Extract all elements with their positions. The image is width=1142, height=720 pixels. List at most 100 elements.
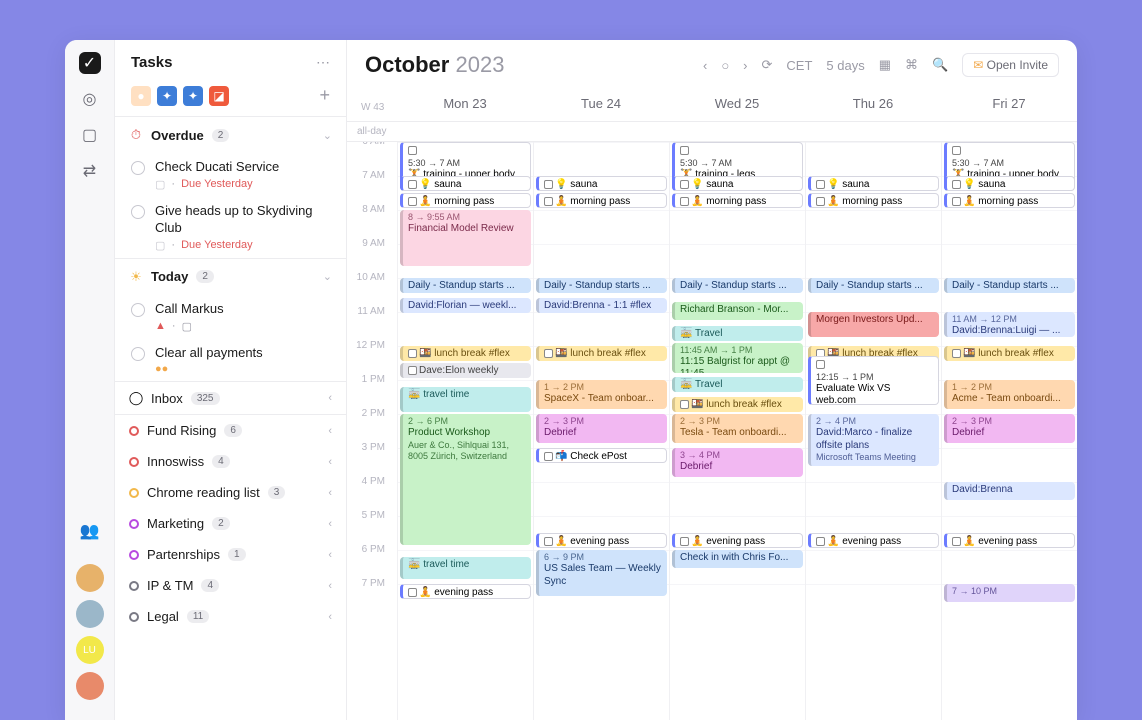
calendar-event[interactable]: Morgen Investors Upd... xyxy=(808,312,939,337)
account-chip[interactable]: ◪ xyxy=(209,86,229,106)
event-checkbox[interactable] xyxy=(544,180,553,189)
open-invite-button[interactable]: ✉ Open Invite xyxy=(962,53,1059,77)
calendar-event[interactable]: 1 → 2 PMAcme - Team onboardi... xyxy=(944,380,1075,409)
event-checkbox[interactable] xyxy=(816,537,825,546)
calendar-event[interactable]: Daily - Standup starts ... xyxy=(536,278,667,293)
event-checkbox[interactable] xyxy=(408,349,417,358)
day-column[interactable]: 5:30 → 7 AM🏋 training - legs💡 sauna🧘 mor… xyxy=(669,142,805,720)
calendar-event[interactable]: 1 → 2 PMSpaceX - Team onboar... xyxy=(536,380,667,409)
event-checkbox[interactable] xyxy=(408,197,417,206)
event-checkbox[interactable] xyxy=(952,349,961,358)
event-checkbox[interactable] xyxy=(544,349,553,358)
account-chip[interactable]: ✦ xyxy=(183,86,203,106)
calendar-event[interactable]: 🍱 lunch break #flex xyxy=(672,397,803,412)
calendar-event[interactable]: 🚋 Travel xyxy=(672,326,803,341)
tasks-icon[interactable]: ✓ xyxy=(79,52,101,74)
list-row[interactable]: Chrome reading list 3 ‹ xyxy=(115,477,346,508)
calendar-event[interactable]: 2 → 3 PMDebrief xyxy=(944,414,1075,443)
calendar-event[interactable]: 3 → 4 PMDebrief xyxy=(672,448,803,477)
calendar-event[interactable]: David:Brenna - 1:1 #flex xyxy=(536,298,667,313)
task-checkbox[interactable] xyxy=(131,347,145,361)
timezone-label[interactable]: CET xyxy=(786,58,812,73)
calendar-event[interactable]: 🚋 travel time xyxy=(400,557,531,579)
event-checkbox[interactable] xyxy=(408,366,417,375)
avatar[interactable] xyxy=(76,564,104,592)
calendar-event[interactable]: 💡 sauna xyxy=(808,176,939,191)
task-checkbox[interactable] xyxy=(131,303,145,317)
day-header[interactable]: Tue 24 xyxy=(533,90,669,113)
calendar-event[interactable]: Dave:Elon weekly xyxy=(400,363,531,378)
calendar-event[interactable]: 7 → 10 PM xyxy=(944,584,1075,602)
command-icon[interactable]: ⌘ xyxy=(905,57,918,73)
calendar-event[interactable]: 🍱 lunch break #flex xyxy=(944,346,1075,361)
calendar-icon[interactable]: ▢ xyxy=(79,124,101,146)
day-column[interactable]: 💡 sauna 🧘 morning pass Daily - Standup sta… xyxy=(805,142,941,720)
calendar-event[interactable]: 🚋 Travel xyxy=(672,377,803,392)
calendar-event[interactable]: 11 AM → 12 PMDavid:Brenna:Luigi — ...Mic… xyxy=(944,312,1075,337)
event-checkbox[interactable] xyxy=(680,197,689,206)
day-column[interactable]: 5:30 → 7 AM🏋 training - upper body pull💡… xyxy=(397,142,533,720)
day-header[interactable]: Wed 25 xyxy=(669,90,805,113)
next-button[interactable]: › xyxy=(743,58,747,73)
refresh-icon[interactable]: ⟳ xyxy=(762,57,773,73)
calendar-event[interactable]: 🚋 travel time xyxy=(400,387,531,412)
calendar-event[interactable]: Check in with Chris Fo... xyxy=(672,550,803,568)
avatar[interactable] xyxy=(76,600,104,628)
section-header[interactable]: ☀ Today 2 ⌄ xyxy=(115,259,346,295)
event-checkbox[interactable] xyxy=(952,146,961,155)
task-item[interactable]: Clear all payments ●● xyxy=(115,339,346,382)
event-checkbox[interactable] xyxy=(544,452,553,461)
calendar-event[interactable]: 12:15 → 1 PMEvaluate Wix VS web.com xyxy=(808,356,939,405)
list-row[interactable]: Marketing 2 ‹ xyxy=(115,508,346,539)
event-checkbox[interactable] xyxy=(680,146,689,155)
calendar-event[interactable]: 6 → 9 PMUS Sales Team — Weekly Sync xyxy=(536,550,667,596)
event-checkbox[interactable] xyxy=(408,146,417,155)
calendar-event[interactable]: 🍱 lunch break #flex xyxy=(400,346,531,361)
calendar-event[interactable]: 📬 Check ePost xyxy=(536,448,667,463)
task-item[interactable]: Call Markus ▲ ·▢ xyxy=(115,295,346,339)
day-column[interactable]: 💡 sauna🧘 morning passDaily - Standup sta… xyxy=(533,142,669,720)
calendar-event[interactable]: 🧘 morning pass xyxy=(400,193,531,208)
more-icon[interactable]: ⋯ xyxy=(316,54,330,71)
list-row[interactable]: Innoswiss 4 ‹ xyxy=(115,446,346,477)
search-icon[interactable]: 🔍 xyxy=(932,57,948,73)
calendar-event[interactable]: 🧘 morning pass xyxy=(944,193,1075,208)
list-row[interactable]: IP & TM 4 ‹ xyxy=(115,570,346,601)
event-checkbox[interactable] xyxy=(816,360,825,369)
calendar-grid[interactable]: 6 AM7 AM8 AM9 AM10 AM11 AM12 PM1 PM2 PM3… xyxy=(347,142,1077,720)
event-checkbox[interactable] xyxy=(952,180,961,189)
calendar-event[interactable]: Richard Branson - Mor... xyxy=(672,302,803,320)
inbox-row[interactable]: ◯ Inbox 325 ‹ xyxy=(115,382,346,414)
focus-icon[interactable]: ◎ xyxy=(79,88,101,110)
event-checkbox[interactable] xyxy=(680,400,689,409)
prev-button[interactable]: ‹ xyxy=(703,58,707,73)
calendar-event[interactable]: 🍱 lunch break #flex xyxy=(536,346,667,361)
calendar-event[interactable]: 🧘 evening pass xyxy=(944,533,1075,548)
calendar-event[interactable]: 🧘 morning pass xyxy=(536,193,667,208)
shuffle-icon[interactable]: ⇄ xyxy=(79,160,101,182)
list-row[interactable]: Fund Rising 6 ‹ xyxy=(115,415,346,446)
calendar-event[interactable]: 🧘 evening pass xyxy=(808,533,939,548)
add-account-button[interactable]: + xyxy=(319,85,330,106)
task-checkbox[interactable] xyxy=(131,205,145,219)
event-checkbox[interactable] xyxy=(680,180,689,189)
list-row[interactable]: Legal 11 ‹ xyxy=(115,601,346,632)
day-header[interactable]: Mon 23 xyxy=(397,90,533,113)
event-checkbox[interactable] xyxy=(680,537,689,546)
calendar-event[interactable]: 2 → 6 PMProduct WorkshopAuer & Co., Sihl… xyxy=(400,414,531,545)
calendar-event[interactable]: Daily - Standup starts ... xyxy=(808,278,939,293)
account-chip[interactable]: ● xyxy=(131,86,151,106)
calendar-event[interactable]: Daily - Standup starts ... xyxy=(400,278,531,293)
event-checkbox[interactable] xyxy=(544,197,553,206)
day-header[interactable]: Thu 26 xyxy=(805,90,941,113)
calendar-event[interactable]: 🧘 morning pass xyxy=(672,193,803,208)
calendar-event[interactable]: 🧘 morning pass xyxy=(808,193,939,208)
calendar-event[interactable]: 💡 sauna xyxy=(944,176,1075,191)
avatar[interactable] xyxy=(76,672,104,700)
event-checkbox[interactable] xyxy=(816,197,825,206)
day-column[interactable]: 5:30 → 7 AM🏋 training - upper body push💡… xyxy=(941,142,1077,720)
range-selector[interactable]: 5 days xyxy=(826,58,864,73)
event-checkbox[interactable] xyxy=(408,588,417,597)
calendar-event[interactable]: 2 → 3 PMDebrief xyxy=(536,414,667,443)
calendar-event[interactable]: 🧘 evening pass xyxy=(672,533,803,548)
